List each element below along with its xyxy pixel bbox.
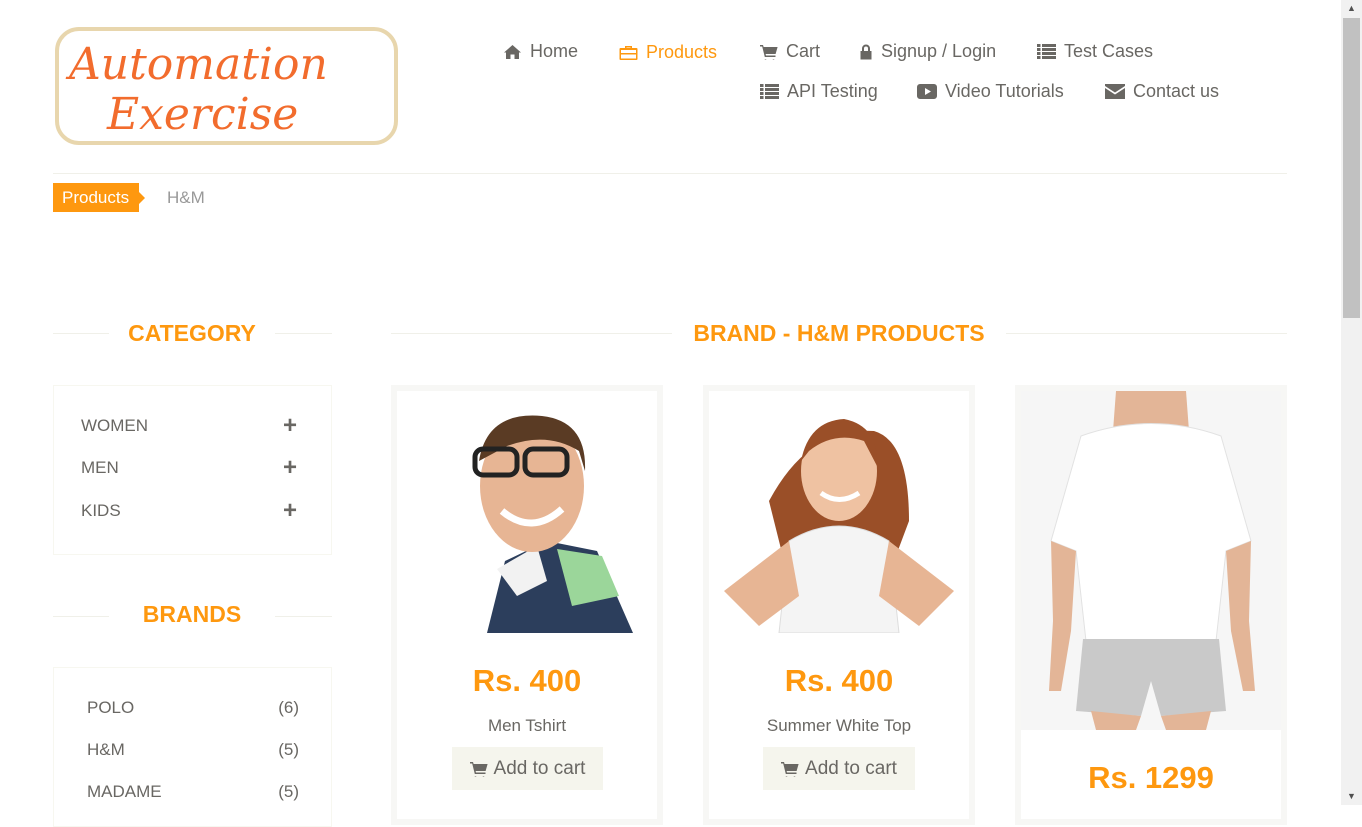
nav-products[interactable]: Products (619, 42, 717, 63)
product-price: Rs. 400 (472, 663, 582, 698)
category-women-label: WOMEN (81, 416, 149, 435)
product-card: Rs. 1299 (1015, 385, 1287, 825)
product-image (397, 391, 657, 633)
list-icon (760, 84, 779, 99)
main-title: BRAND - H&M PRODUCTS (672, 320, 1006, 347)
nav-signup-login-label: Signup / Login (881, 41, 997, 61)
brands-title: BRANDS (109, 601, 275, 628)
add-to-cart-label: Add to cart (805, 757, 897, 779)
nav-cart-label: Cart (786, 41, 821, 61)
nav-video-tutorials-label: Video Tutorials (945, 81, 1064, 101)
breadcrumb-current: H&M (167, 188, 205, 207)
cart-icon (469, 761, 488, 777)
logo-line1: Automation (65, 39, 328, 90)
nav-api-testing[interactable]: API Testing (760, 81, 878, 102)
add-to-cart-button[interactable]: Add to cart (763, 747, 915, 790)
product-name: Summer White Top (766, 716, 912, 735)
product-card: Rs. 400 Men Tshirt Add to cart (391, 385, 663, 825)
nav-home-label: Home (530, 41, 579, 61)
nav-products-label: Products (646, 42, 718, 62)
brand-hm-count: (5) (278, 740, 299, 759)
nav-contact-us-label: Contact us (1133, 81, 1220, 101)
brand-hm-label: H&M (87, 740, 125, 759)
category-women[interactable]: WOMEN + (81, 414, 297, 438)
category-panel: WOMEN + MEN + KIDS + (53, 385, 332, 555)
brands-panel: POLO (6) H&M (5) MADAME (5) (53, 667, 332, 827)
youtube-play-icon (917, 84, 937, 99)
category-kids[interactable]: KIDS + (81, 499, 297, 523)
brand-madame[interactable]: MADAME (5) (87, 782, 299, 802)
page-scrollbar[interactable]: ▲ ▼ (1341, 0, 1362, 805)
nav-video-tutorials[interactable]: Video Tutorials (917, 81, 1064, 102)
plus-icon[interactable]: + (283, 499, 297, 523)
brand-madame-label: MADAME (87, 782, 162, 801)
product-price: Rs. 400 (784, 663, 894, 698)
nav-home[interactable]: Home (503, 41, 578, 62)
product-name: Men Tshirt (487, 716, 567, 735)
brand-madame-count: (5) (278, 782, 299, 801)
nav-cart[interactable]: Cart (760, 41, 820, 62)
envelope-icon (1105, 84, 1125, 99)
product-image (709, 391, 969, 633)
breadcrumb-products[interactable]: Products (53, 183, 146, 212)
lock-icon (860, 44, 872, 59)
category-men[interactable]: MEN + (81, 456, 297, 480)
nav-test-cases[interactable]: Test Cases (1037, 41, 1153, 62)
brand-polo-count: (6) (278, 698, 299, 717)
nav-signup-login[interactable]: Signup / Login (859, 41, 996, 62)
product-image (1021, 391, 1281, 730)
scroll-up-arrow-icon[interactable]: ▲ (1341, 0, 1362, 17)
nav-test-cases-label: Test Cases (1064, 41, 1154, 61)
list-icon (1037, 44, 1056, 59)
scrollbar-thumb[interactable] (1343, 18, 1360, 318)
header-divider (53, 173, 1287, 174)
plus-icon[interactable]: + (283, 456, 297, 480)
category-title: CATEGORY (109, 320, 275, 347)
add-to-cart-label: Add to cart (493, 757, 586, 779)
home-icon (504, 44, 521, 59)
brand-polo-label: POLO (87, 698, 135, 717)
product-card: Rs. 400 Summer White Top Add to cart (703, 385, 975, 825)
site-logo[interactable]: Automation Exercise (55, 27, 398, 145)
logo-line2: Exercise (106, 89, 298, 140)
product-price: Rs. 1299 (1088, 760, 1214, 795)
add-to-cart-button[interactable]: Add to cart (452, 747, 603, 790)
category-men-label: MEN (81, 458, 119, 477)
cart-icon (781, 761, 799, 777)
scroll-down-arrow-icon[interactable]: ▼ (1341, 788, 1362, 805)
cart-icon (760, 44, 778, 60)
category-kids-label: KIDS (81, 501, 121, 520)
briefcase-icon (619, 46, 638, 60)
brand-hm[interactable]: H&M (5) (87, 740, 299, 760)
brand-polo[interactable]: POLO (6) (87, 698, 299, 718)
plus-icon[interactable]: + (283, 414, 297, 438)
nav-api-testing-label: API Testing (787, 81, 878, 101)
nav-contact-us[interactable]: Contact us (1105, 81, 1219, 102)
